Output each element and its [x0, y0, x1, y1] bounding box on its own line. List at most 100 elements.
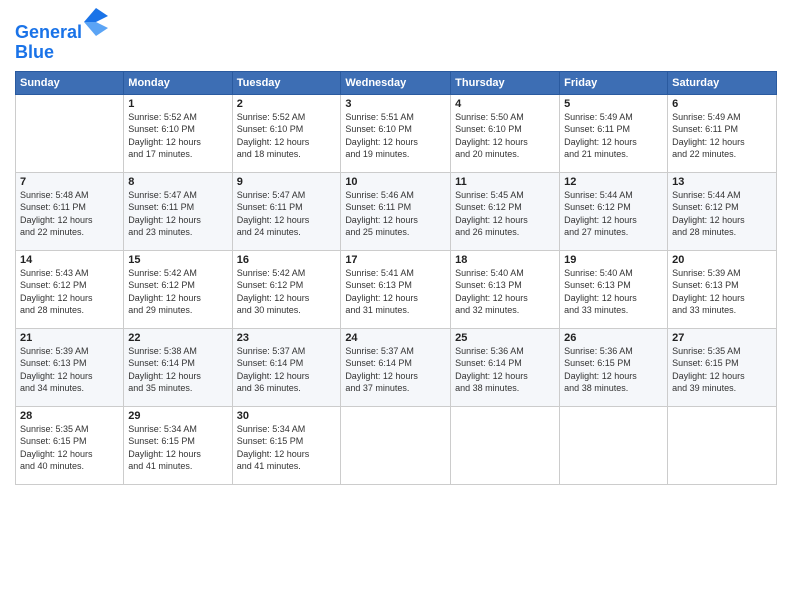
calendar-week-row: 7Sunrise: 5:48 AMSunset: 6:11 PMDaylight… [16, 172, 777, 250]
day-number: 9 [237, 176, 337, 188]
calendar-cell: 14Sunrise: 5:43 AMSunset: 6:12 PMDayligh… [16, 250, 124, 328]
day-info: Sunrise: 5:36 AMSunset: 6:15 PMDaylight:… [564, 345, 663, 395]
calendar-cell: 5Sunrise: 5:49 AMSunset: 6:11 PMDaylight… [560, 94, 668, 172]
calendar-header-row: SundayMondayTuesdayWednesdayThursdayFrid… [16, 71, 777, 94]
day-number: 1 [128, 98, 227, 110]
calendar-cell: 18Sunrise: 5:40 AMSunset: 6:13 PMDayligh… [451, 250, 560, 328]
weekday-header-friday: Friday [560, 71, 668, 94]
calendar-cell: 24Sunrise: 5:37 AMSunset: 6:14 PMDayligh… [341, 328, 451, 406]
day-info: Sunrise: 5:40 AMSunset: 6:13 PMDaylight:… [564, 267, 663, 317]
calendar-cell: 21Sunrise: 5:39 AMSunset: 6:13 PMDayligh… [16, 328, 124, 406]
calendar-week-row: 14Sunrise: 5:43 AMSunset: 6:12 PMDayligh… [16, 250, 777, 328]
logo-blue: Blue [15, 43, 108, 63]
day-info: Sunrise: 5:47 AMSunset: 6:11 PMDaylight:… [237, 189, 337, 239]
day-number: 2 [237, 98, 337, 110]
page: General Blue SundayMondayTuesdayWednesda… [0, 0, 792, 612]
day-number: 18 [455, 254, 555, 266]
day-number: 5 [564, 98, 663, 110]
calendar-cell: 23Sunrise: 5:37 AMSunset: 6:14 PMDayligh… [232, 328, 341, 406]
day-info: Sunrise: 5:37 AMSunset: 6:14 PMDaylight:… [345, 345, 446, 395]
calendar-week-row: 21Sunrise: 5:39 AMSunset: 6:13 PMDayligh… [16, 328, 777, 406]
day-number: 23 [237, 332, 337, 344]
calendar-cell [341, 406, 451, 484]
day-info: Sunrise: 5:42 AMSunset: 6:12 PMDaylight:… [128, 267, 227, 317]
calendar-cell: 27Sunrise: 5:35 AMSunset: 6:15 PMDayligh… [668, 328, 777, 406]
weekday-header-wednesday: Wednesday [341, 71, 451, 94]
day-number: 22 [128, 332, 227, 344]
day-number: 24 [345, 332, 446, 344]
calendar-cell [16, 94, 124, 172]
day-info: Sunrise: 5:51 AMSunset: 6:10 PMDaylight:… [345, 111, 446, 161]
calendar-cell: 26Sunrise: 5:36 AMSunset: 6:15 PMDayligh… [560, 328, 668, 406]
logo-bird-icon [84, 8, 108, 36]
day-info: Sunrise: 5:39 AMSunset: 6:13 PMDaylight:… [672, 267, 772, 317]
day-info: Sunrise: 5:44 AMSunset: 6:12 PMDaylight:… [564, 189, 663, 239]
day-number: 29 [128, 410, 227, 422]
calendar-cell: 16Sunrise: 5:42 AMSunset: 6:12 PMDayligh… [232, 250, 341, 328]
weekday-header-saturday: Saturday [668, 71, 777, 94]
calendar-cell [560, 406, 668, 484]
day-info: Sunrise: 5:41 AMSunset: 6:13 PMDaylight:… [345, 267, 446, 317]
weekday-header-tuesday: Tuesday [232, 71, 341, 94]
day-number: 19 [564, 254, 663, 266]
day-info: Sunrise: 5:42 AMSunset: 6:12 PMDaylight:… [237, 267, 337, 317]
calendar-cell: 1Sunrise: 5:52 AMSunset: 6:10 PMDaylight… [124, 94, 232, 172]
calendar-cell: 2Sunrise: 5:52 AMSunset: 6:10 PMDaylight… [232, 94, 341, 172]
day-info: Sunrise: 5:49 AMSunset: 6:11 PMDaylight:… [564, 111, 663, 161]
weekday-header-thursday: Thursday [451, 71, 560, 94]
logo: General Blue [15, 10, 108, 63]
day-info: Sunrise: 5:35 AMSunset: 6:15 PMDaylight:… [20, 423, 119, 473]
day-number: 3 [345, 98, 446, 110]
weekday-header-sunday: Sunday [16, 71, 124, 94]
calendar-cell: 20Sunrise: 5:39 AMSunset: 6:13 PMDayligh… [668, 250, 777, 328]
calendar-cell: 12Sunrise: 5:44 AMSunset: 6:12 PMDayligh… [560, 172, 668, 250]
day-info: Sunrise: 5:37 AMSunset: 6:14 PMDaylight:… [237, 345, 337, 395]
header: General Blue [15, 10, 777, 63]
calendar-week-row: 28Sunrise: 5:35 AMSunset: 6:15 PMDayligh… [16, 406, 777, 484]
calendar-cell: 29Sunrise: 5:34 AMSunset: 6:15 PMDayligh… [124, 406, 232, 484]
calendar-cell: 17Sunrise: 5:41 AMSunset: 6:13 PMDayligh… [341, 250, 451, 328]
calendar-cell: 13Sunrise: 5:44 AMSunset: 6:12 PMDayligh… [668, 172, 777, 250]
day-number: 11 [455, 176, 555, 188]
calendar-cell: 19Sunrise: 5:40 AMSunset: 6:13 PMDayligh… [560, 250, 668, 328]
calendar-cell: 30Sunrise: 5:34 AMSunset: 6:15 PMDayligh… [232, 406, 341, 484]
day-number: 21 [20, 332, 119, 344]
day-info: Sunrise: 5:36 AMSunset: 6:14 PMDaylight:… [455, 345, 555, 395]
day-info: Sunrise: 5:34 AMSunset: 6:15 PMDaylight:… [128, 423, 227, 473]
day-number: 26 [564, 332, 663, 344]
calendar-cell: 7Sunrise: 5:48 AMSunset: 6:11 PMDaylight… [16, 172, 124, 250]
weekday-header-monday: Monday [124, 71, 232, 94]
day-info: Sunrise: 5:38 AMSunset: 6:14 PMDaylight:… [128, 345, 227, 395]
day-number: 15 [128, 254, 227, 266]
day-number: 28 [20, 410, 119, 422]
day-number: 25 [455, 332, 555, 344]
calendar-cell: 15Sunrise: 5:42 AMSunset: 6:12 PMDayligh… [124, 250, 232, 328]
day-number: 6 [672, 98, 772, 110]
calendar-cell: 25Sunrise: 5:36 AMSunset: 6:14 PMDayligh… [451, 328, 560, 406]
day-number: 7 [20, 176, 119, 188]
day-number: 27 [672, 332, 772, 344]
calendar-cell: 22Sunrise: 5:38 AMSunset: 6:14 PMDayligh… [124, 328, 232, 406]
day-number: 12 [564, 176, 663, 188]
day-info: Sunrise: 5:52 AMSunset: 6:10 PMDaylight:… [237, 111, 337, 161]
day-info: Sunrise: 5:47 AMSunset: 6:11 PMDaylight:… [128, 189, 227, 239]
day-info: Sunrise: 5:48 AMSunset: 6:11 PMDaylight:… [20, 189, 119, 239]
day-info: Sunrise: 5:49 AMSunset: 6:11 PMDaylight:… [672, 111, 772, 161]
day-info: Sunrise: 5:52 AMSunset: 6:10 PMDaylight:… [128, 111, 227, 161]
calendar-cell: 3Sunrise: 5:51 AMSunset: 6:10 PMDaylight… [341, 94, 451, 172]
day-info: Sunrise: 5:44 AMSunset: 6:12 PMDaylight:… [672, 189, 772, 239]
day-number: 8 [128, 176, 227, 188]
day-info: Sunrise: 5:46 AMSunset: 6:11 PMDaylight:… [345, 189, 446, 239]
day-number: 4 [455, 98, 555, 110]
logo-general: General [15, 22, 82, 42]
calendar-cell: 8Sunrise: 5:47 AMSunset: 6:11 PMDaylight… [124, 172, 232, 250]
calendar-cell: 28Sunrise: 5:35 AMSunset: 6:15 PMDayligh… [16, 406, 124, 484]
calendar-cell: 6Sunrise: 5:49 AMSunset: 6:11 PMDaylight… [668, 94, 777, 172]
day-number: 13 [672, 176, 772, 188]
day-info: Sunrise: 5:40 AMSunset: 6:13 PMDaylight:… [455, 267, 555, 317]
day-info: Sunrise: 5:50 AMSunset: 6:10 PMDaylight:… [455, 111, 555, 161]
day-info: Sunrise: 5:43 AMSunset: 6:12 PMDaylight:… [20, 267, 119, 317]
calendar-cell: 10Sunrise: 5:46 AMSunset: 6:11 PMDayligh… [341, 172, 451, 250]
day-number: 14 [20, 254, 119, 266]
day-number: 16 [237, 254, 337, 266]
